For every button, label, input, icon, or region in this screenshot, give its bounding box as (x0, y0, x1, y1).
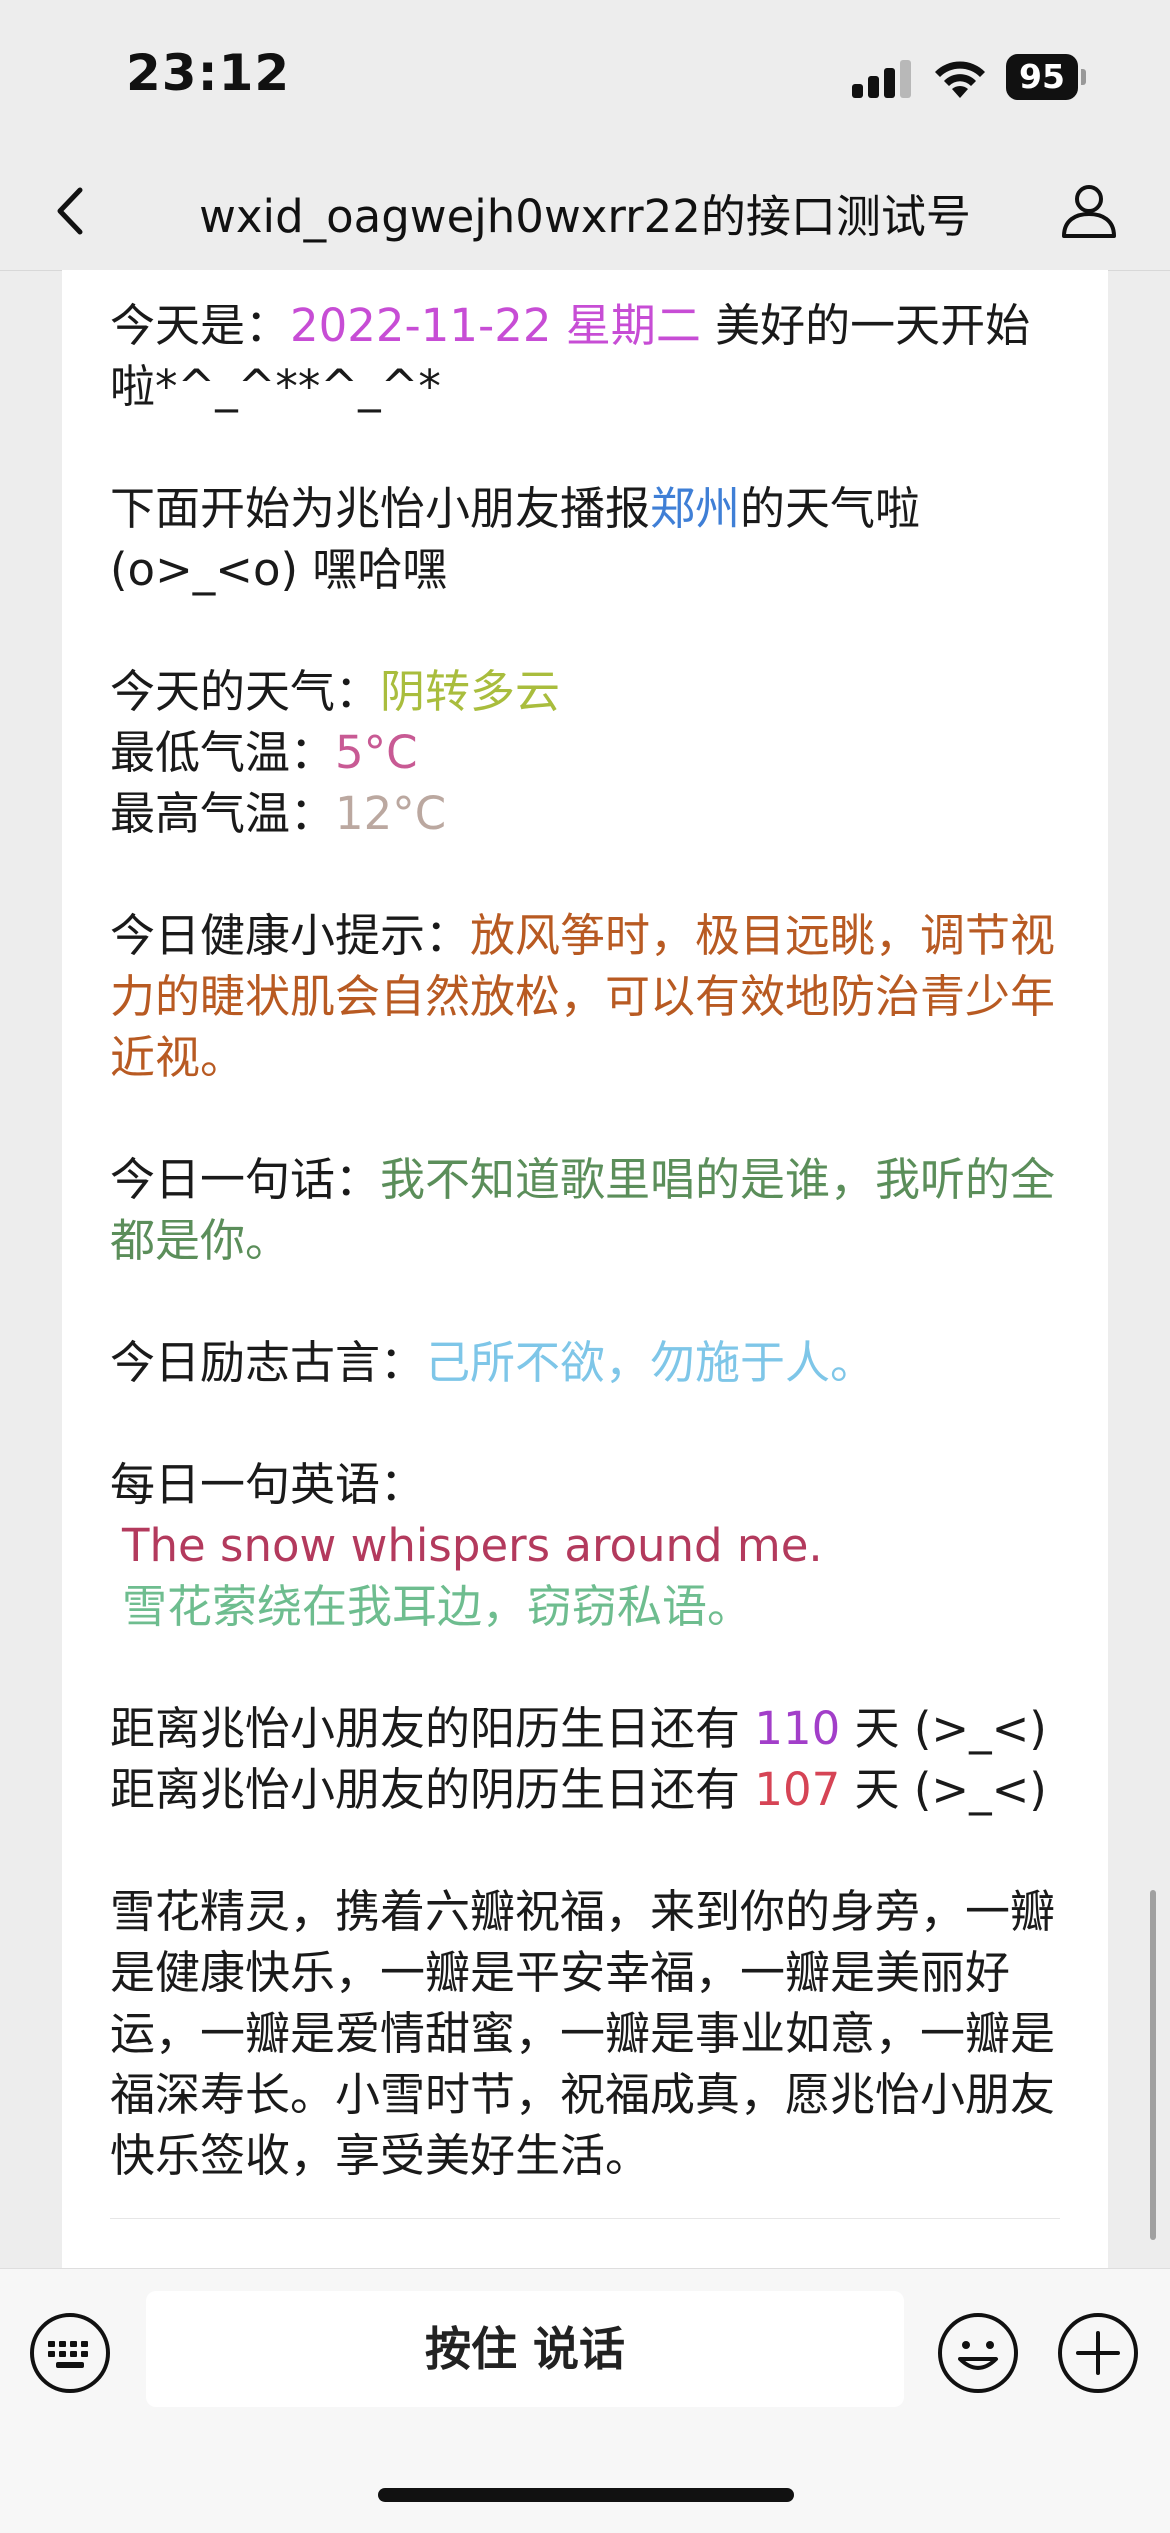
english-sentence: The snow whispers around me. (122, 1519, 823, 1572)
keyboard-icon[interactable] (28, 2311, 112, 2395)
health-tip-line: 今日健康小提示：放风筝时，极目远眺，调节视力的睫状肌会自然放松，可以有效地防治青… (110, 909, 1056, 1084)
date-line: 今天是：2022-11-22 星期二 美好的一天开始啦*^_^**^_^* (110, 299, 1031, 413)
ancient-quote-value: 己所不欲，勿施于人。 (425, 1336, 876, 1389)
chat-title: wxid_oagwejh0wxrr22的接口测试号 (199, 190, 971, 243)
battery-level: 95 (1006, 54, 1078, 100)
cellular-signal-icon (852, 60, 912, 98)
low-temp-value: 5°C (335, 726, 418, 779)
english-block: 每日一句英语： The snow whispers around me. 雪花萦… (110, 1458, 823, 1633)
message-body: 今天是：2022-11-22 星期二 美好的一天开始啦*^_^**^_^* 下面… (110, 295, 1060, 2186)
lunar-birthday-days: 107 (754, 1763, 841, 1816)
nav-bar: wxid_oagwejh0wxrr22的接口测试号 (0, 150, 1170, 271)
status-bar: 23:12 95 (0, 0, 1170, 150)
weather-value: 阴转多云 (380, 665, 561, 718)
home-indicator[interactable] (378, 2488, 794, 2502)
plus-icon[interactable] (1056, 2311, 1140, 2395)
weather-block: 今天的天气：阴转多云 最低气温：5°C 最高气温：12°C (110, 665, 561, 840)
report-line: 下面开始为兆怡小朋友播报郑州的天气啦(o>_<o) 嘿哈嘿 (110, 482, 921, 596)
birthday-block: 距离兆怡小朋友的阳历生日还有 110 天 (>_<) 距离兆怡小朋友的阴历生日还… (110, 1702, 1047, 1816)
high-temp-value: 12°C (335, 787, 447, 840)
emoji-icon[interactable] (936, 2311, 1020, 2395)
daily-sentence-line: 今日一句话：我不知道歌里唱的是谁，我听的全都是你。 (110, 1153, 1056, 1267)
date-value: 2022-11-22 星期二 (290, 299, 701, 352)
message-card: 今天是：2022-11-22 星期二 美好的一天开始啦*^_^**^_^* 下面… (62, 270, 1108, 2268)
solar-birthday-days: 110 (754, 1702, 841, 1755)
wifi-icon (935, 61, 985, 98)
status-time: 23:12 (126, 44, 291, 102)
hold-to-talk-button[interactable]: 按住 说话 (146, 2291, 904, 2407)
profile-icon[interactable] (1054, 176, 1124, 246)
battery-icon: 95 (1006, 54, 1086, 100)
back-icon[interactable] (40, 176, 110, 246)
ancient-quote-line: 今日励志古言：己所不欲，勿施于人。 (110, 1336, 876, 1389)
card-divider (110, 2218, 1060, 2219)
closing-blessing: 雪花精灵，携着六瓣祝福，来到你的身旁，一瓣是健康快乐，一瓣是平安幸福，一瓣是美丽… (110, 1885, 1056, 2182)
english-translation: 雪花萦绕在我耳边，窃窃私语。 (122, 1580, 753, 1633)
scrollbar[interactable] (1150, 1890, 1156, 2240)
city-value: 郑州 (650, 482, 741, 535)
